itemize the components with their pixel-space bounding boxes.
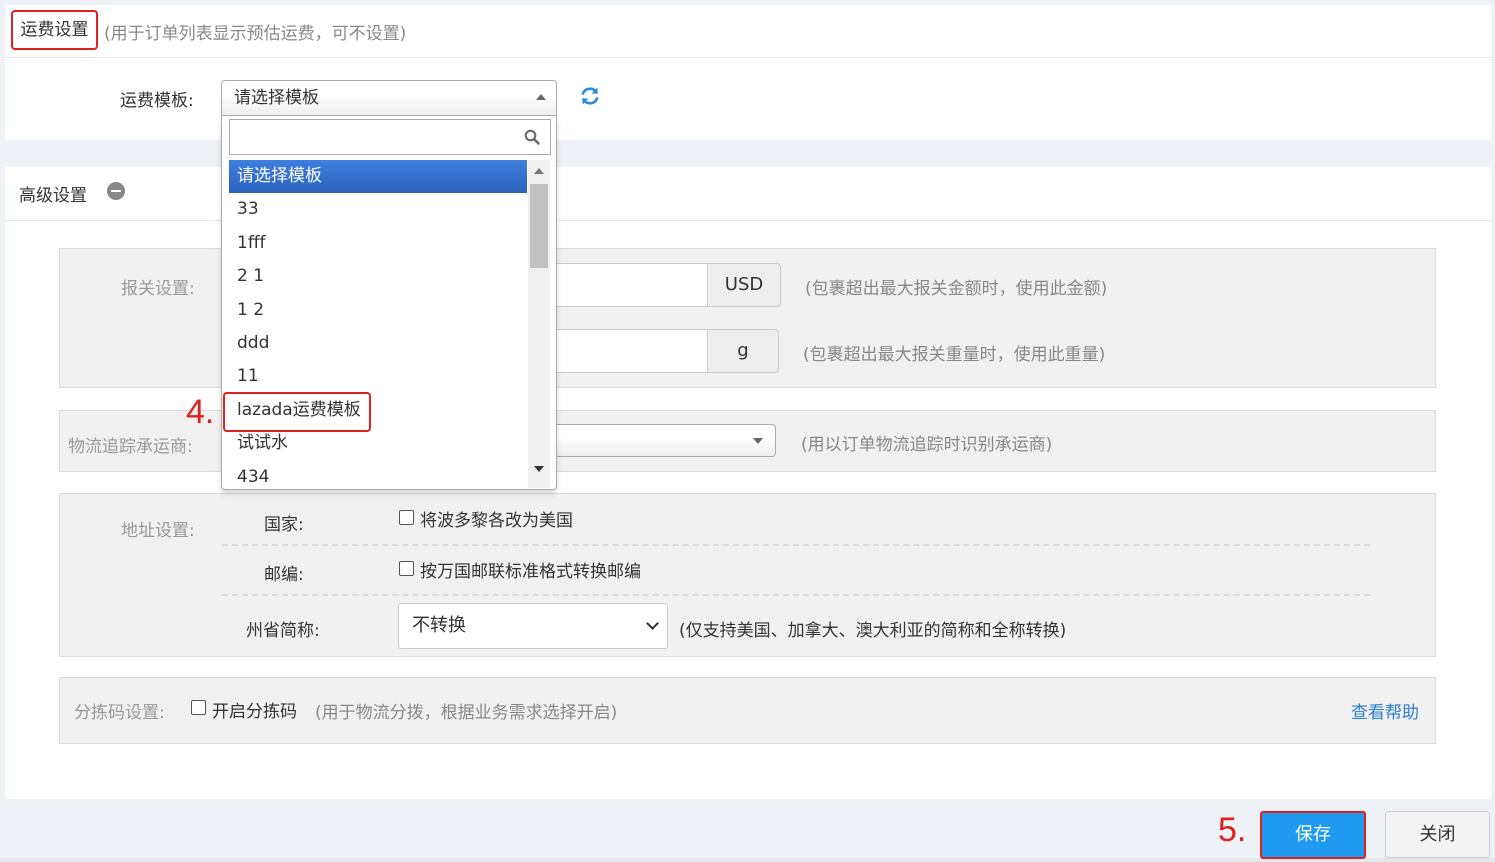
customs-weight-note: (包裹超出最大报关重量时，使用此重量) [803, 345, 1106, 365]
customs-amount-note: (包裹超出最大报关金额时，使用此金额) [805, 279, 1108, 299]
province-label: 州省简称: [246, 621, 320, 641]
dropdown-option[interactable]: 33 [229, 193, 527, 226]
sorting-option-label: 开启分拣码 [212, 702, 297, 722]
save-button[interactable]: 保存 [1260, 811, 1366, 859]
dropdown-option[interactable]: 请选择模板 [229, 160, 527, 194]
chevron-down-icon [646, 617, 659, 630]
carrier-label: 物流追踪承运商: [68, 437, 193, 457]
customs-amount-input[interactable] [556, 263, 708, 307]
step-5-annotation: 5. [1218, 811, 1247, 849]
customs-weight-input[interactable] [556, 329, 708, 373]
highlight-box [223, 392, 371, 432]
dropdown-option[interactable]: 1 2 [229, 294, 527, 327]
collapse-icon[interactable] [107, 182, 125, 200]
freight-template-value: 请选择模板 [234, 88, 319, 108]
country-label: 国家: [264, 515, 304, 535]
freight-template-label: 运费模板: [120, 91, 194, 111]
freight-section-note: (用于订单列表显示预估运费，可不设置) [104, 24, 407, 44]
freight-section-title: 运费设置 [11, 10, 98, 50]
freight-template-dropdown: 请选择模板 33 1fff 2 1 1 2 ddd 11 lazada运费模板 试试水 434 [221, 116, 557, 490]
dropdown-option[interactable]: 试试水 [229, 427, 527, 460]
dropdown-option[interactable]: 1fff [229, 227, 527, 260]
dropdown-option[interactable]: 434 [229, 461, 527, 494]
province-note: (仅支持美国、加拿大、澳大利亚的简称和全称转换) [679, 621, 1067, 641]
scroll-down-icon[interactable] [534, 466, 544, 472]
address-label: 地址设置: [121, 521, 195, 541]
customs-amount-unit: USD [707, 263, 781, 307]
customs-label: 报关设置: [121, 279, 195, 299]
dropdown-option[interactable]: 2 1 [229, 260, 527, 293]
search-icon [524, 129, 540, 145]
divider [222, 544, 1370, 546]
refresh-icon[interactable] [578, 84, 602, 108]
advanced-section-title: 高级设置 [19, 186, 87, 206]
close-button[interactable]: 关闭 [1385, 811, 1490, 858]
carrier-note: (用以订单物流追踪时识别承运商) [801, 435, 1053, 455]
divider [222, 594, 1370, 596]
sorting-label: 分拣码设置: [74, 703, 165, 723]
zip-label: 邮编: [264, 565, 304, 585]
zip-option-label: 按万国邮联标准格式转换邮编 [420, 562, 641, 582]
dropdown-option[interactable]: 11 [229, 360, 527, 393]
freight-template-select[interactable]: 请选择模板 [221, 80, 557, 116]
province-select[interactable]: 不转换 [398, 603, 668, 649]
dropdown-option[interactable]: ddd [229, 327, 527, 360]
zip-checkbox[interactable] [399, 561, 414, 576]
scroll-up-icon[interactable] [534, 168, 544, 174]
carrier-select[interactable] [556, 424, 776, 457]
country-option-label: 将波多黎各改为美国 [420, 511, 573, 531]
customs-weight-unit: g [707, 329, 779, 373]
step-4-annotation: 4. [186, 393, 215, 431]
scrollbar-thumb[interactable] [530, 184, 548, 268]
province-value: 不转换 [412, 615, 466, 636]
help-link[interactable]: 查看帮助 [1351, 698, 1419, 723]
dropdown-search-input[interactable] [229, 119, 551, 155]
sorting-checkbox[interactable] [191, 700, 206, 715]
caret-down-icon [753, 438, 763, 444]
caret-up-icon [536, 94, 546, 100]
sorting-note: (用于物流分拨，根据业务需求选择开启) [315, 703, 618, 723]
dropdown-options-list: 请选择模板 33 1fff 2 1 1 2 ddd 11 lazada运费模板 试试水 434 [229, 160, 527, 494]
dropdown-scrollbar[interactable] [528, 160, 550, 488]
country-checkbox[interactable] [399, 510, 414, 525]
